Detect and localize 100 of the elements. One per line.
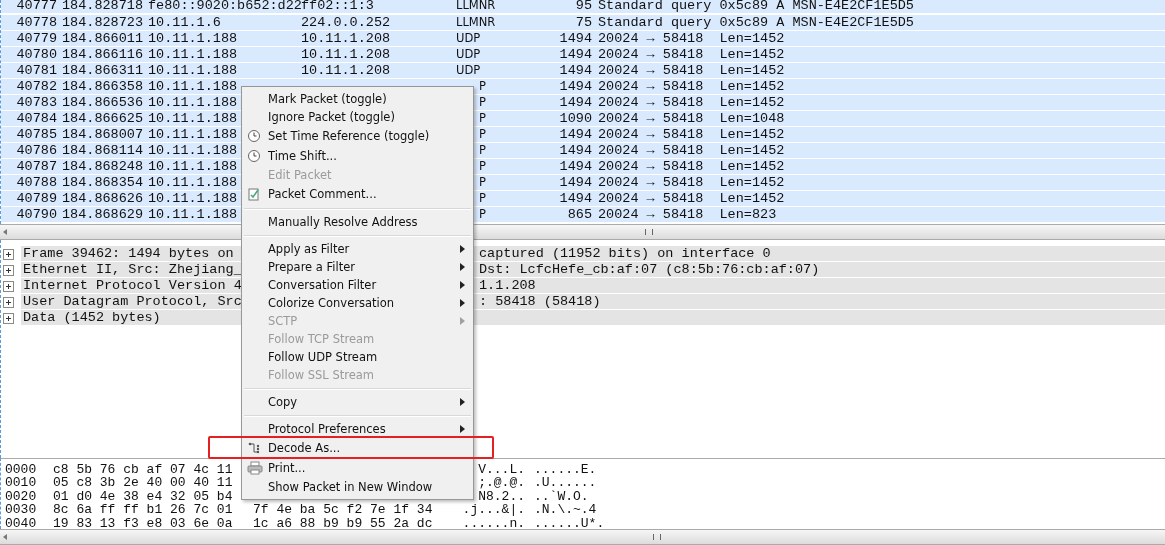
table-cell: 184.828718 <box>62 0 143 13</box>
table-cell: 184.866311 <box>62 63 143 78</box>
hex-bytes: 05 c8 3b 2e 40 00 40 11 <box>53 476 234 490</box>
hex-bytes: 1c a6 88 b9 b9 55 2a dc <box>253 516 434 530</box>
detail-text: User Datagram Protocol, Src <box>22 294 242 309</box>
packet-row[interactable]: 40781 184.866311 10.11.1.188 10.11.1.208 UDP 1494 20024 → 58418 Len=1452 <box>1 63 1165 79</box>
byte-offset: 0030 <box>4 503 38 517</box>
table-cell: 20024 → 58418 Len=1452 <box>598 79 785 94</box>
table-cell: 10.11.1.188 <box>148 63 238 78</box>
packet-row[interactable]: 40780 184.866116 10.11.1.188 10.11.1.208 UDP 1494 20024 → 58418 Len=1452 <box>1 47 1165 63</box>
table-cell: 10.11.1.208 <box>301 31 391 46</box>
printer-icon <box>247 461 263 475</box>
scrollbar[interactable] <box>0 529 1165 545</box>
table-cell: 10.11.1.188 <box>148 111 238 126</box>
menu-item[interactable]: Conversation Filter <box>268 278 460 292</box>
table-cell: 1494 <box>559 79 592 94</box>
hex-bytes: 19 83 13 f3 e8 03 6e 0a <box>53 516 234 530</box>
expand-icon[interactable] <box>3 312 14 324</box>
menu-item[interactable]: Ignore Packet (toggle) <box>268 110 473 124</box>
menu-item[interactable]: Set Time Reference (toggle) <box>268 129 473 143</box>
table-cell: 20024 → 58418 Len=1452 <box>598 175 785 190</box>
table-cell: 184.868354 <box>62 175 143 190</box>
ascii-text: ......n. <box>462 516 525 530</box>
detail-text: Data (1452 bytes) <box>22 310 162 325</box>
menu-item[interactable]: Mark Packet (toggle) <box>268 92 473 106</box>
table-cell: 40780 <box>16 47 57 62</box>
table-cell: 10.11.1.188 <box>148 207 238 222</box>
table-cell: 1090 <box>559 111 592 126</box>
table-cell: Standard query 0x5c89 A MSN-E4E2CF1E5D5 <box>598 15 914 30</box>
table-cell: 20024 → 58418 Len=1452 <box>598 47 785 62</box>
table-cell: 10.11.1.208 <box>301 63 391 78</box>
table-cell: 10.11.1.188 <box>148 127 238 142</box>
expand-icon[interactable] <box>3 280 14 292</box>
table-cell: LLMNR <box>456 0 496 13</box>
menu-item[interactable]: Print... <box>268 461 473 475</box>
clock-icon <box>247 129 263 143</box>
table-cell: 184.866358 <box>62 79 143 94</box>
table-cell: 1494 <box>559 31 592 46</box>
ascii-text: ;.@.@. <box>477 476 525 490</box>
hex-bytes: 01 d0 4e 38 e4 32 05 b4 <box>53 489 234 504</box>
table-cell: 40790 <box>16 207 57 222</box>
hex-bytes: c8 5b 76 cb af 07 4c 11 <box>53 463 234 477</box>
byte-offset: 0040 <box>4 516 38 530</box>
ascii-text: .j...&|. <box>462 503 525 517</box>
table-cell: 184.868007 <box>62 127 143 142</box>
table-cell: 184.866116 <box>62 47 143 62</box>
expand-icon[interactable] <box>3 264 14 276</box>
table-cell: 184.866011 <box>62 31 143 46</box>
table-cell: 184.866625 <box>62 111 143 126</box>
table-cell: 40779 <box>16 31 57 46</box>
menu-item[interactable]: Protocol Preferences <box>268 422 460 436</box>
table-cell: 1494 <box>559 191 592 206</box>
table-cell: 1494 <box>559 143 592 158</box>
menu-item[interactable]: Prepare a Filter <box>268 260 460 274</box>
packet-row[interactable]: 40777 184.828718 fe80::9020:b652:d22ff02::1:3 LLMNR 95 Standard query 0x5c89 A MSN-E4E2CF1E5D5 <box>1 0 1165 14</box>
ascii-text: V...L. <box>477 463 525 477</box>
table-cell: 10.11.1.188 <box>148 159 238 174</box>
table-cell: 40781 <box>16 63 57 78</box>
table-cell: 10.11.1.188 <box>148 95 238 110</box>
table-cell: P <box>479 159 486 174</box>
menu-item[interactable]: Follow UDP Stream <box>268 350 473 364</box>
table-cell: 40788 <box>16 175 57 190</box>
table-cell: 1494 <box>559 95 592 110</box>
table-cell: 40783 <box>16 95 57 110</box>
menu-item[interactable]: Copy <box>268 395 460 409</box>
detail-text: Internet Protocol Version 4 <box>22 278 242 293</box>
table-cell: P <box>479 191 486 206</box>
detail-text: Dst: LcfcHefe_cb:af:07 (c8:5b:76:cb:af:07) <box>479 262 820 277</box>
detail-text: Ethernet II, Src: Zhejiang_ <box>22 262 242 277</box>
table-cell: 40787 <box>16 159 57 174</box>
table-cell: 20024 → 58418 Len=1452 <box>598 127 785 142</box>
table-cell: 20024 → 58418 Len=1452 <box>598 143 785 158</box>
expand-icon[interactable] <box>3 248 14 260</box>
table-cell: P <box>479 127 486 142</box>
menu-item[interactable]: Decode As... <box>268 441 473 455</box>
packet-row[interactable]: 40779 184.866011 10.11.1.188 10.11.1.208 UDP 1494 20024 → 58418 Len=1452 <box>1 31 1165 47</box>
table-cell: 40789 <box>16 191 57 206</box>
ascii-text: .N.\.~.4 <box>534 503 597 517</box>
table-cell: P <box>479 207 486 222</box>
table-cell: 10.11.1.188 <box>148 31 238 46</box>
table-cell: 1494 <box>559 127 592 142</box>
table-cell: 20024 → 58418 Len=1452 <box>598 191 785 206</box>
packet-row[interactable]: 40778 184.828723 10.11.1.6 224.0.0.252 LLMNR 75 Standard query 0x5c89 A MSN-E4E2CF1E5D5 <box>1 15 1165 31</box>
menu-item[interactable]: Show Packet in New Window <box>268 480 473 494</box>
table-cell: 1494 <box>559 47 592 62</box>
menu-item[interactable]: Colorize Conversation <box>268 296 460 310</box>
table-cell: UDP <box>456 63 481 78</box>
table-cell: 184.828723 <box>62 15 143 30</box>
detail-text: 1.1.208 <box>479 278 536 293</box>
table-cell: LLMNR <box>456 15 496 30</box>
ascii-text: ......U*. <box>534 516 605 530</box>
hex-bytes: 8c 6a ff ff b1 26 7c 01 <box>53 503 234 517</box>
table-cell: 40786 <box>16 143 57 158</box>
table-cell: UDP <box>456 31 481 46</box>
expand-icon[interactable] <box>3 296 14 308</box>
ascii-text: ......E. <box>534 463 597 477</box>
ascii-text: N8.2.. <box>477 489 525 504</box>
table-cell: P <box>479 143 486 158</box>
table-cell: 40782 <box>16 79 57 94</box>
table-cell: 10.11.1.188 <box>148 79 238 94</box>
